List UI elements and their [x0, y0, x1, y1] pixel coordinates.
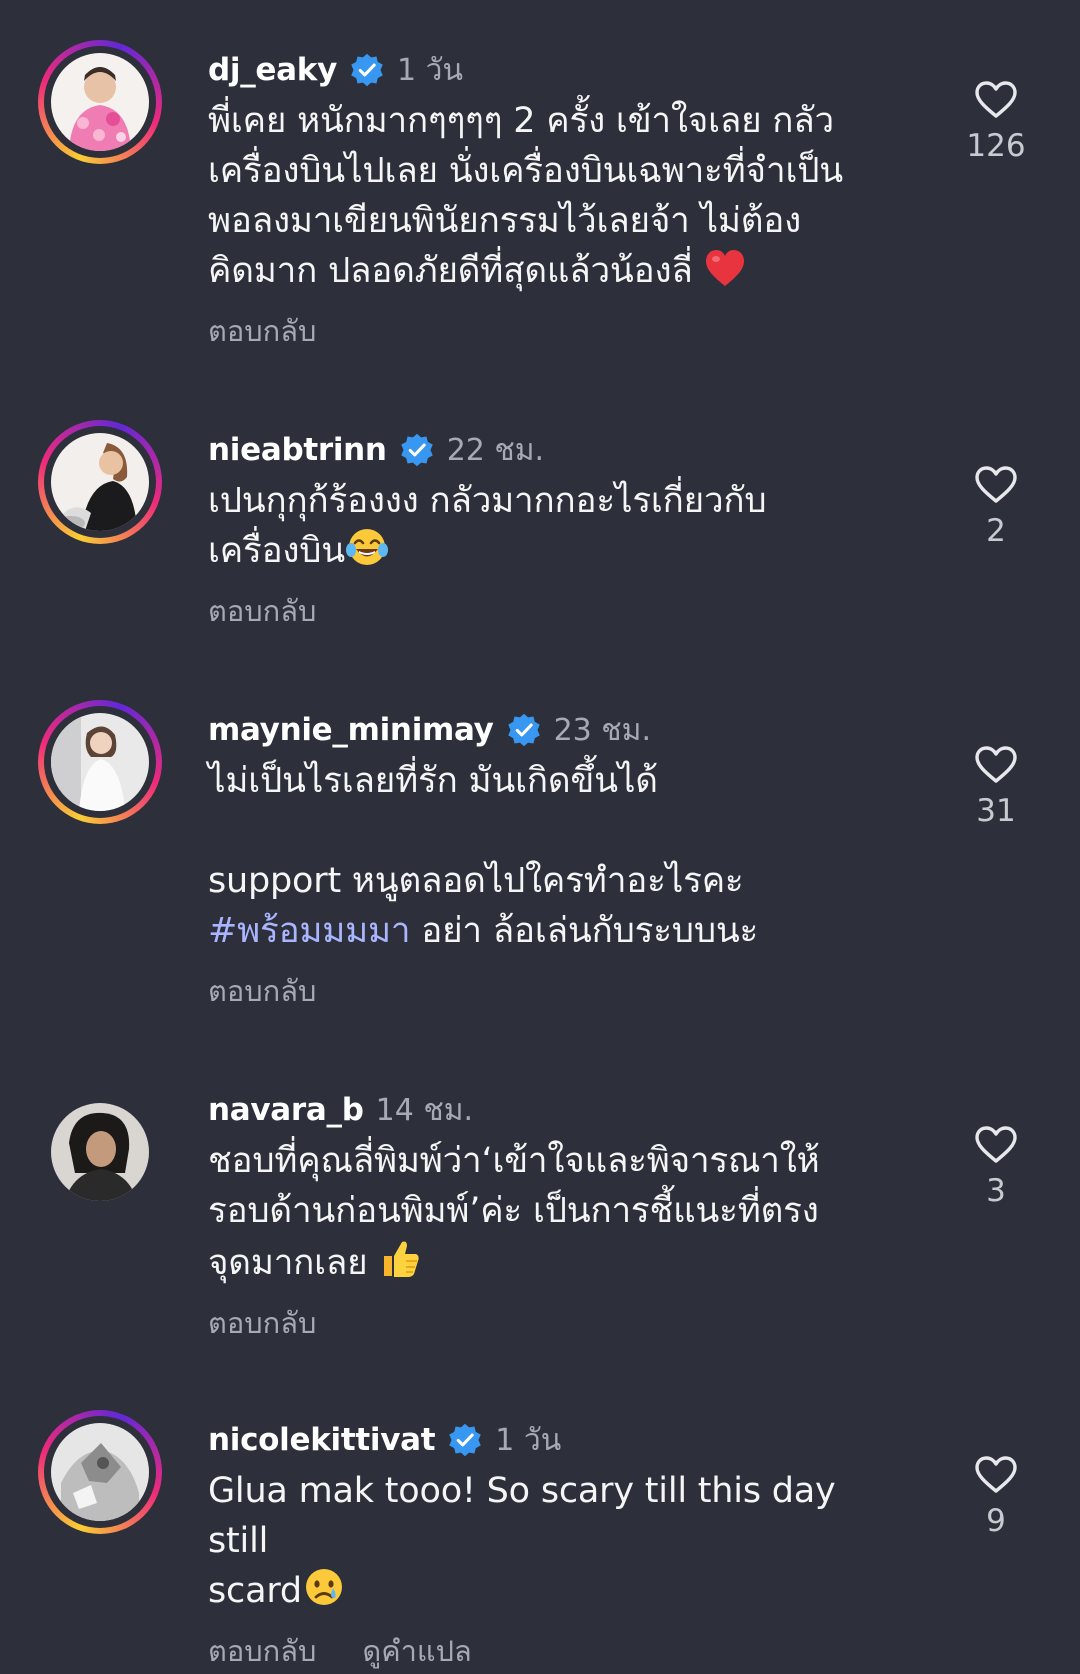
avatar-wrapper[interactable]	[38, 1090, 162, 1214]
avatar-story-ring[interactable]	[38, 700, 162, 824]
comment-text: Glua mak tooo! So scary till this day st…	[208, 1466, 888, 1616]
comment-actions: ตอบกลับ	[208, 1300, 888, 1346]
comment-line: ไม่เป็นไรเลยที่รัก มันเกิดขึ้นได้	[208, 761, 658, 801]
comment-header: nieabtrinn 22 ชม.	[208, 428, 888, 472]
comment-header: nicolekittivat 1 วัน	[208, 1418, 888, 1462]
red-heart-emoji	[705, 250, 744, 286]
hashtag-link[interactable]: #พร้อมมมมา	[208, 911, 411, 951]
like-section: 9	[955, 1455, 1037, 1539]
comment-line: คิดมาก ปลอดภัยดีที่สุดแล้วน้องลี่	[208, 251, 704, 291]
comment-line: พอลงมาเขียนพินัยกรรมไว้เลยจ้า ไม่ต้อง	[208, 201, 802, 241]
comment-line: เปนกุกุก้ร้องงง กลัวมากกอะไรเกี่ยวกับ	[208, 481, 767, 521]
like-count: 2	[986, 513, 1006, 549]
avatar	[51, 433, 149, 531]
like-count: 31	[976, 793, 1016, 829]
avatar	[51, 1423, 149, 1521]
comment-text: พี่เคย หนักมากๆๆๆๆ 2 ครั้ง เข้าใจเลย กลั…	[208, 96, 888, 296]
verified-badge-icon	[400, 433, 433, 467]
verified-badge-icon	[351, 53, 383, 87]
heart-outline-icon[interactable]	[974, 465, 1018, 505]
comment-text: เปนกุกุก้ร้องงง กลัวมากกอะไรเกี่ยวกับ เค…	[208, 476, 888, 576]
avatar-story-ring[interactable]	[38, 40, 162, 164]
comment-text: ชอบที่คุณลี่พิมพ์ว่า‘เข้าใจและพิจารณาให้…	[208, 1136, 888, 1288]
comment-actions: ตอบกลับ	[208, 968, 888, 1014]
comment-actions: ตอบกลับ	[208, 588, 888, 634]
heart-outline-icon[interactable]	[974, 1455, 1018, 1495]
comment-line: scard	[208, 1571, 302, 1611]
comment-line: อย่า ล้อเล่นกับระบบนะ	[410, 911, 759, 951]
heart-outline-icon[interactable]	[974, 80, 1018, 120]
like-section: 126	[955, 80, 1037, 164]
reply-button[interactable]: ตอบกลับ	[208, 308, 316, 354]
avatar-story-ring[interactable]	[38, 1410, 162, 1534]
comment-time: 22 ชม.	[446, 432, 545, 468]
reply-button[interactable]: ตอบกลับ	[208, 1628, 316, 1674]
comment-line: จุดมากเลย	[208, 1243, 379, 1283]
comment-line: พี่เคย หนักมากๆๆๆๆ 2 ครั้ง เข้าใจเลย กลั…	[208, 101, 835, 141]
like-section: 3	[955, 1125, 1037, 1209]
comment-actions: ตอบกลับ ดูคำแปล	[208, 1628, 888, 1674]
comment-header: dj_eaky 1 วัน	[208, 48, 888, 92]
comment-header: navara_b 14 ชม.	[208, 1088, 888, 1132]
comment-line: รอบด้านก่อนพิมพ์’ค่ะ เป็นการชี้แนะที่ตรง	[208, 1191, 819, 1231]
username[interactable]: nicolekittivat	[208, 1422, 436, 1458]
like-section: 31	[955, 745, 1037, 829]
comment-time: 14 ชม.	[375, 1092, 474, 1128]
comment-header: maynie_minimay 23 ชม.	[208, 708, 888, 752]
avatar	[51, 1103, 149, 1201]
avatar-story-ring[interactable]	[38, 420, 162, 544]
like-count: 126	[966, 128, 1026, 164]
comment-line: เครื่องบิน	[208, 531, 346, 571]
comment-text: ไม่เป็นไรเลยที่รัก มันเกิดขึ้นได้ suppor…	[208, 756, 888, 956]
username[interactable]: dj_eaky	[208, 52, 337, 88]
like-count: 3	[986, 1173, 1006, 1209]
comment-line: เครื่องบินไปเลย นั่งเครื่องบินเฉพาะที่จำ…	[208, 151, 843, 191]
username[interactable]: maynie_minimay	[208, 712, 494, 748]
comment-actions: ตอบกลับ	[208, 308, 888, 354]
avatar	[51, 53, 149, 151]
heart-outline-icon[interactable]	[974, 745, 1018, 785]
username[interactable]: nieabtrinn	[208, 432, 387, 468]
username[interactable]: navara_b	[208, 1092, 364, 1128]
comment-line: ชอบที่คุณลี่พิมพ์ว่า‘เข้าใจและพิจารณาให้	[208, 1141, 820, 1181]
verified-badge-icon	[449, 1423, 482, 1457]
reply-button[interactable]: ตอบกลับ	[208, 1300, 316, 1346]
heart-outline-icon[interactable]	[974, 1125, 1018, 1165]
like-count: 9	[986, 1503, 1006, 1539]
verified-badge-icon	[507, 713, 540, 747]
see-translation-button[interactable]: ดูคำแปล	[362, 1628, 471, 1674]
comment-line: support หนูตลอดไปใครทำอะไรคะ	[208, 861, 744, 901]
comment-time: 1 วัน	[495, 1422, 562, 1458]
reply-button[interactable]: ตอบกลับ	[208, 588, 316, 634]
crying-face-emoji	[305, 1569, 342, 1605]
avatar	[51, 713, 149, 811]
comment-line: Glua mak tooo! So scary till this day st…	[208, 1471, 847, 1561]
like-section: 2	[955, 465, 1037, 549]
comment-time: 1 วัน	[396, 52, 463, 88]
laughing-tears-emoji	[346, 529, 389, 565]
thumbs-up-emoji	[384, 1241, 420, 1277]
reply-button[interactable]: ตอบกลับ	[208, 968, 316, 1014]
comment-time: 23 ชม.	[553, 712, 651, 748]
